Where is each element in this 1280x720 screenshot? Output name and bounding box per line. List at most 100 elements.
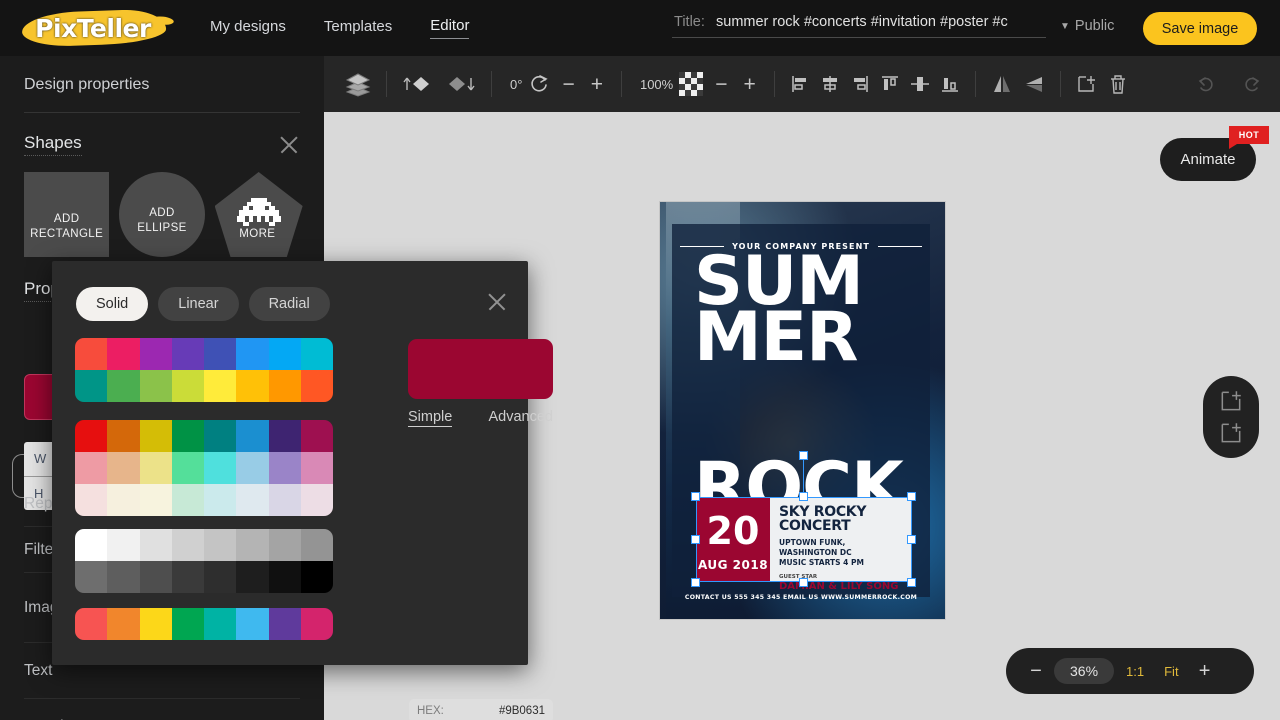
more-shapes-button[interactable]: MORE [214, 172, 303, 257]
align-center-horizontal-icon[interactable] [815, 67, 845, 101]
nav-my-designs[interactable]: My designs [210, 18, 286, 39]
swatch[interactable] [107, 420, 140, 452]
opacity-checker-icon[interactable] [675, 67, 707, 101]
swatch[interactable] [171, 529, 204, 561]
rotate-minus-button[interactable]: − [554, 74, 582, 95]
opacity-plus-button[interactable]: + [735, 74, 763, 95]
swatch[interactable] [139, 529, 172, 561]
align-left-icon[interactable] [785, 67, 815, 101]
swatch[interactable] [75, 370, 108, 402]
swatch[interactable] [107, 561, 140, 593]
swatch[interactable] [171, 484, 204, 516]
flip-horizontal-icon[interactable] [986, 67, 1018, 101]
swatch[interactable] [204, 338, 237, 370]
swatch[interactable] [236, 420, 269, 452]
duplicate-icon[interactable] [1071, 67, 1103, 101]
undo-icon[interactable] [1192, 67, 1222, 101]
swatch[interactable] [171, 370, 204, 402]
opacity-minus-button[interactable]: − [707, 74, 735, 95]
add-ellipse-button[interactable]: ADD ELLIPSE [119, 172, 205, 257]
align-bottom-icon[interactable] [935, 67, 965, 101]
rotation-handle[interactable] [799, 451, 808, 460]
swatch[interactable] [139, 370, 172, 402]
swatch[interactable] [171, 452, 204, 484]
swatch[interactable] [268, 420, 301, 452]
rotate-plus-button[interactable]: + [583, 74, 611, 95]
swatch[interactable] [171, 561, 204, 593]
resize-handle-sw[interactable] [691, 578, 700, 587]
resize-handle-n[interactable] [799, 492, 808, 501]
tab-advanced[interactable]: Advanced [489, 409, 554, 427]
resize-handle-e[interactable] [907, 535, 916, 544]
resize-handle-w[interactable] [691, 535, 700, 544]
swatch[interactable] [139, 338, 172, 370]
tab-radial[interactable]: Radial [248, 287, 330, 321]
swatch[interactable] [107, 529, 140, 561]
swatch[interactable] [300, 561, 333, 593]
flip-vertical-icon[interactable] [1018, 67, 1050, 101]
zoom-fit-button[interactable]: Fit [1156, 664, 1186, 679]
swatch[interactable] [268, 484, 301, 516]
swatch[interactable] [236, 484, 269, 516]
zoom-out-button[interactable]: − [1022, 661, 1050, 681]
swatch[interactable] [236, 608, 269, 640]
swatch[interactable] [300, 608, 333, 640]
zoom-percent[interactable]: 36% [1054, 658, 1115, 684]
send-backward-icon[interactable] [439, 67, 481, 101]
visibility-dropdown[interactable]: ▼ Public [1060, 18, 1114, 34]
swatch[interactable] [139, 484, 172, 516]
swatch[interactable] [236, 561, 269, 593]
swatch[interactable] [171, 338, 204, 370]
swatch[interactable] [171, 608, 204, 640]
sidebar-item-drawing[interactable]: Drawing [24, 699, 300, 720]
add-frame-icon-secondary[interactable] [1218, 420, 1244, 446]
poster-title-line-1[interactable]: SUM MER [694, 248, 914, 371]
swatch[interactable] [139, 561, 172, 593]
swatch[interactable] [75, 420, 108, 452]
add-frame-icon[interactable] [1218, 388, 1244, 414]
redo-icon[interactable] [1236, 67, 1266, 101]
swatch[interactable] [107, 338, 140, 370]
align-top-icon[interactable] [875, 67, 905, 101]
swatch[interactable] [268, 529, 301, 561]
close-icon[interactable] [278, 134, 300, 156]
animate-button[interactable]: Animate [1160, 138, 1256, 181]
swatch[interactable] [236, 529, 269, 561]
nav-editor[interactable]: Editor [430, 17, 470, 39]
swatch[interactable] [236, 370, 269, 402]
brand-logo[interactable]: PixTeller [18, 5, 168, 51]
align-right-icon[interactable] [845, 67, 875, 101]
swatch[interactable] [300, 452, 333, 484]
poster-canvas[interactable]: YOUR COMPANY PRESENT SUM MER ROCK 20 AUG… [660, 202, 945, 619]
swatch[interactable] [139, 608, 172, 640]
close-icon[interactable] [486, 291, 508, 313]
save-image-button[interactable]: Save image [1143, 12, 1257, 45]
resize-handle-nw[interactable] [691, 492, 700, 501]
swatch[interactable] [268, 338, 301, 370]
swatch[interactable] [107, 608, 140, 640]
swatch[interactable] [75, 529, 108, 561]
swatch[interactable] [300, 529, 333, 561]
swatch[interactable] [107, 452, 140, 484]
resize-handle-se[interactable] [907, 578, 916, 587]
tab-simple[interactable]: Simple [408, 409, 453, 427]
resize-handle-ne[interactable] [907, 492, 916, 501]
swatch[interactable] [204, 420, 237, 452]
rotate-icon[interactable] [524, 67, 554, 101]
swatch[interactable] [75, 608, 108, 640]
tab-solid[interactable]: Solid [76, 287, 149, 321]
swatch[interactable] [268, 452, 301, 484]
swatch[interactable] [75, 452, 108, 484]
swatch[interactable] [204, 529, 237, 561]
add-rectangle-button[interactable]: ADD RECTANGLE [24, 172, 110, 257]
swatch[interactable] [139, 452, 172, 484]
resize-handle-s[interactable] [799, 578, 808, 587]
tab-linear[interactable]: Linear [158, 287, 239, 321]
design-title-field[interactable]: Title: summer rock #concerts #invitation… [672, 12, 1046, 38]
zoom-in-button[interactable]: + [1191, 661, 1219, 681]
selection-box[interactable] [691, 451, 916, 587]
swatch[interactable] [171, 420, 204, 452]
swatch[interactable] [236, 338, 269, 370]
swatch[interactable] [204, 561, 237, 593]
layers-icon[interactable] [340, 67, 376, 101]
